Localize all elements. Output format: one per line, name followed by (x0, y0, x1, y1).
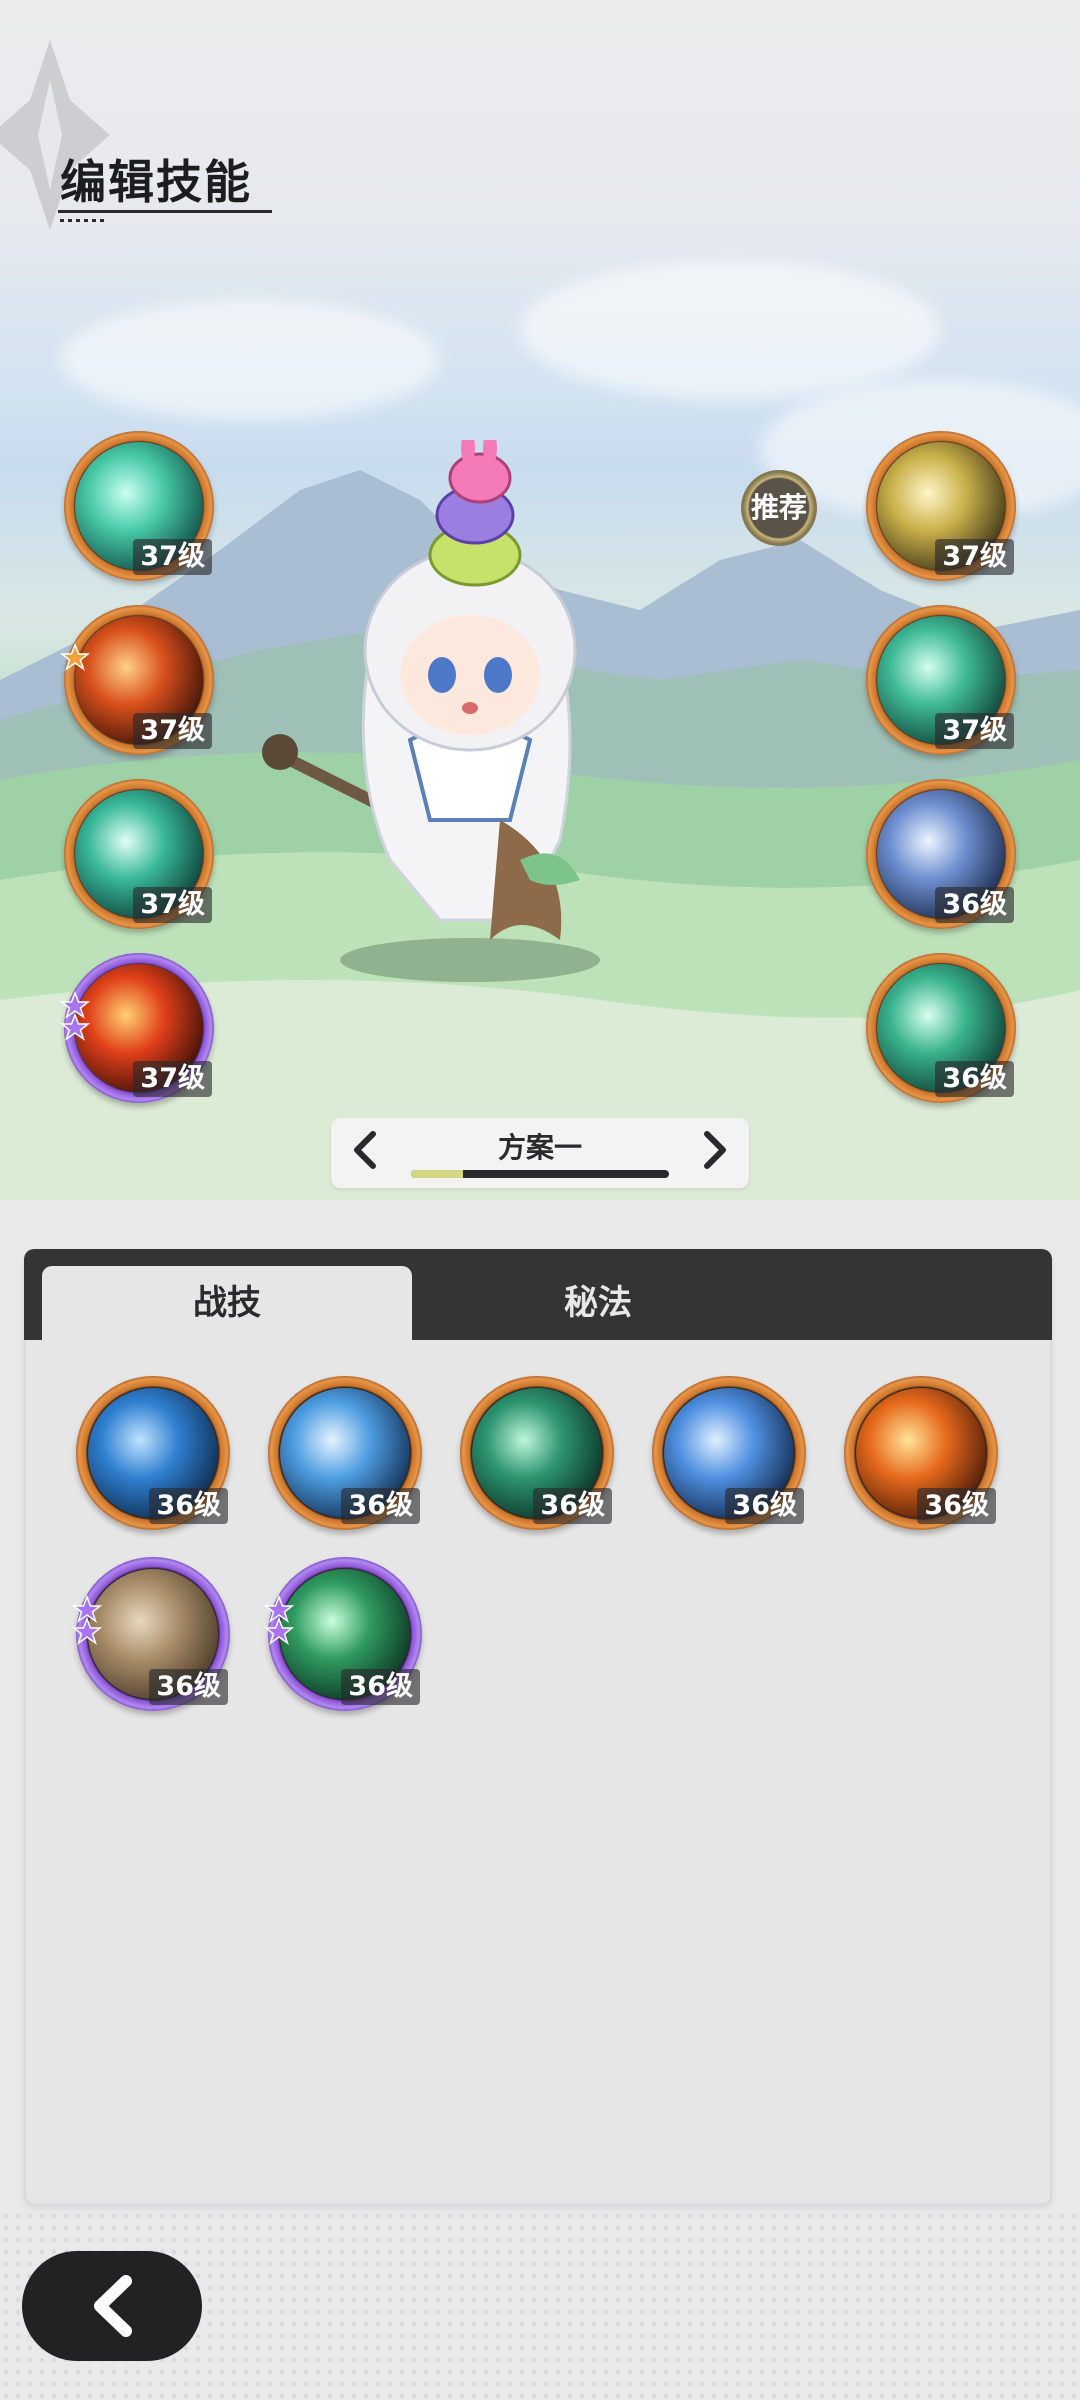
skill-slot[interactable]: 37级 (866, 431, 1016, 581)
star-rank-icon (71, 1595, 103, 1645)
scheme-progress-bar (411, 1170, 669, 1178)
skill-slot[interactable]: 36级 (268, 1376, 422, 1530)
title-underline (58, 210, 272, 213)
title-dots (60, 219, 106, 222)
skill-level-badge: 36级 (935, 887, 1014, 923)
tab-combat-skills[interactable]: 战技 (42, 1266, 412, 1340)
back-button[interactable] (22, 2251, 202, 2361)
skill-level-badge: 36级 (935, 1061, 1014, 1097)
skill-list-panel: 战技 秘法 36级 36级 36级 36级 36级 36级 36级 (24, 1249, 1052, 2205)
page-title: 编辑技能 (60, 155, 252, 209)
skill-level-badge: 36级 (341, 1488, 420, 1524)
skill-level-badge: 37级 (133, 887, 212, 923)
recommend-button[interactable]: 推荐 (741, 470, 817, 546)
chevron-right-icon (704, 1131, 726, 1169)
star-rank-icon (263, 1595, 295, 1645)
skill-level-badge: 36级 (533, 1488, 612, 1524)
skill-slot[interactable]: 37级 (866, 605, 1016, 755)
scheme-name: 方案一 (497, 1131, 582, 1164)
character-sprite (262, 440, 600, 982)
skill-level-badge: 37级 (133, 1061, 212, 1097)
skill-slot[interactable]: 37级 (59, 605, 214, 755)
skill-level-badge: 37级 (133, 539, 212, 575)
skill-level-badge: 36级 (725, 1488, 804, 1524)
star-rank-icon (59, 643, 91, 671)
tab-secret-arts[interactable]: 秘法 (412, 1266, 784, 1340)
skill-level-badge: 36级 (917, 1488, 996, 1524)
skill-slot[interactable]: 37级 (64, 431, 214, 581)
skill-slot[interactable]: 36级 (71, 1557, 230, 1711)
cloud (520, 260, 940, 400)
skill-slot[interactable]: 36级 (652, 1376, 806, 1530)
skill-slot[interactable]: 37级 (64, 779, 214, 929)
next-scheme-button[interactable] (695, 1128, 735, 1172)
skill-slot[interactable]: 36级 (866, 779, 1016, 929)
skill-level-badge: 36级 (149, 1488, 228, 1524)
skill-level-badge: 37级 (133, 713, 212, 749)
skill-level-badge: 37级 (935, 713, 1014, 749)
skill-slot[interactable]: 36级 (866, 953, 1016, 1103)
skill-level-badge: 36级 (341, 1669, 420, 1705)
back-arrow-icon (94, 2275, 132, 2337)
skill-slot[interactable]: 36级 (263, 1557, 422, 1711)
tab-bar: 战技 秘法 (24, 1249, 1052, 1340)
skill-slot[interactable]: 36级 (76, 1376, 230, 1530)
skill-slot[interactable]: 36级 (460, 1376, 614, 1530)
scheme-progress-fill (411, 1170, 463, 1178)
scheme-selector: 方案一 (331, 1118, 749, 1188)
skill-slot[interactable]: 37级 (59, 953, 214, 1103)
skill-level-badge: 36级 (149, 1669, 228, 1705)
skill-slot[interactable]: 36级 (844, 1376, 998, 1530)
star-rank-icon (59, 991, 91, 1041)
skill-level-badge: 37级 (935, 539, 1014, 575)
